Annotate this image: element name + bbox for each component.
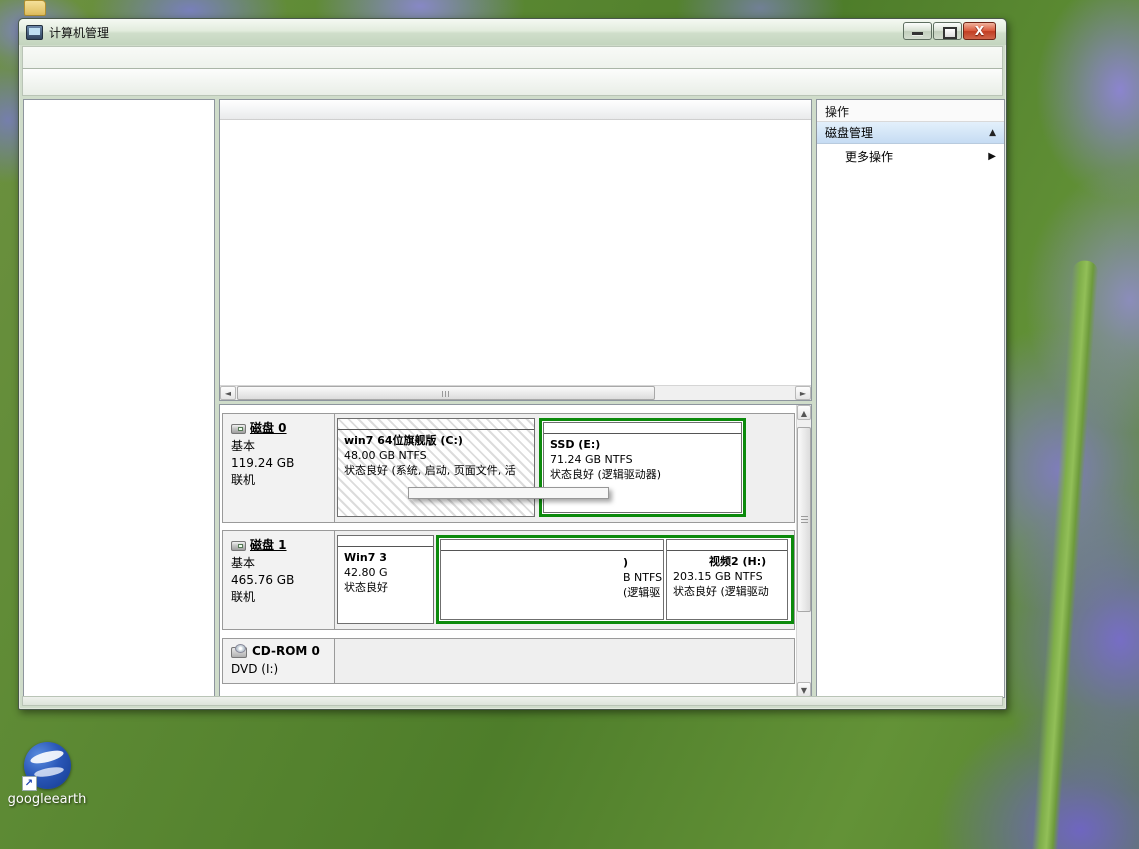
- disk-0-status: 联机: [231, 472, 328, 489]
- minimize-button[interactable]: [903, 22, 932, 40]
- graphical-view-pane: 磁盘 0 基本 119.24 GB 联机 win7 64位旗舰版 (C:) 48…: [219, 404, 812, 698]
- actions-section-label: 磁盘管理: [825, 124, 873, 141]
- cdrom-0-drive-letter: DVD (I:): [231, 661, 328, 678]
- titlebar[interactable]: 计算机管理: [19, 19, 1006, 45]
- partition-h[interactable]: 视频2 (H:) 203.15 GB NTFS 状态良好 (逻辑驱动: [666, 539, 788, 620]
- more-actions-label: 更多操作: [845, 148, 893, 165]
- logical-drive-bar: [544, 423, 741, 434]
- disk-0-type: 基本: [231, 438, 328, 455]
- disk-0-label[interactable]: 磁盘 0 基本 119.24 GB 联机: [223, 414, 335, 522]
- actions-pane: 操作 磁盘管理 ▲ 更多操作 ▶: [816, 99, 1005, 698]
- partition-d[interactable]: Win7 3 42.80 G 状态良好: [337, 535, 434, 624]
- tree-splitter[interactable]: [215, 99, 219, 698]
- extended-partition-e: SSD (E:) 71.24 GB NTFS 状态良好 (逻辑驱动器): [539, 418, 746, 517]
- collapse-icon[interactable]: ▲: [989, 128, 996, 138]
- volume-list-pane: ◄ ►: [219, 99, 812, 401]
- logical-drive-bar: [667, 540, 787, 551]
- scroll-up-arrow[interactable]: ▲: [797, 405, 811, 420]
- desktop-folder-icon-fragment: [24, 0, 46, 16]
- status-bar: [22, 696, 1003, 706]
- more-actions-item[interactable]: 更多操作 ▶: [817, 144, 1004, 168]
- desktop: ↗ googleearth 计算机管理: [0, 0, 1139, 849]
- cdrom-media-area: [335, 639, 794, 683]
- disk-icon: [231, 541, 246, 551]
- primary-partition-bar: [338, 419, 534, 430]
- disk-1-size: 465.76 GB: [231, 572, 328, 589]
- disk-1-type: 基本: [231, 555, 328, 572]
- disk-1-row: 磁盘 1 基本 465.76 GB 联机 Win7 3 42.80 G: [222, 530, 795, 630]
- disk-0-name: 磁盘 0: [250, 420, 287, 437]
- shortcut-arrow-icon: ↗: [22, 776, 37, 791]
- close-button[interactable]: [963, 22, 996, 40]
- restore-button[interactable]: [933, 22, 962, 40]
- disk-management-pane: ◄ ► 磁盘 0 基本 119.24 GB 联机: [219, 99, 812, 698]
- disk-1-label[interactable]: 磁盘 1 基本 465.76 GB 联机: [223, 531, 335, 629]
- googleearth-shortcut[interactable]: ↗ googleearth: [4, 742, 90, 807]
- cdrom-0-label[interactable]: CD-ROM 0 DVD (I:): [223, 639, 335, 683]
- scroll-thumb[interactable]: [237, 386, 655, 400]
- scroll-down-arrow[interactable]: ▼: [797, 682, 811, 697]
- actions-title: 操作: [817, 100, 1004, 122]
- actions-section-disk-management[interactable]: 磁盘管理 ▲: [817, 122, 1004, 144]
- volume-list-header: [220, 100, 811, 120]
- window-title: 计算机管理: [49, 24, 109, 41]
- disk-1-status: 联机: [231, 589, 328, 606]
- disk-0-row: 磁盘 0 基本 119.24 GB 联机 win7 64位旗舰版 (C:) 48…: [222, 413, 795, 523]
- submenu-arrow-icon: ▶: [988, 151, 996, 162]
- console-tree-pane: [23, 99, 215, 698]
- primary-partition-bar: [338, 536, 433, 547]
- computer-management-app-icon: [26, 25, 43, 40]
- computer-management-window: 计算机管理 ◄ ►: [18, 18, 1007, 710]
- scroll-thumb[interactable]: [797, 427, 811, 612]
- disk-0-size: 119.24 GB: [231, 455, 328, 472]
- partition-c[interactable]: win7 64位旗舰版 (C:) 48.00 GB NTFS 状态良好 (系统,…: [337, 418, 535, 517]
- horizontal-scrollbar[interactable]: ◄ ►: [220, 385, 811, 400]
- partition-f[interactable]: ) B NTFS (逻辑驱: [440, 539, 664, 620]
- disk-icon: [231, 424, 246, 434]
- cdrom-icon: [231, 647, 247, 658]
- googleearth-globe-icon: ↗: [24, 742, 71, 789]
- menu-bar: [22, 46, 1003, 69]
- toolbar: [22, 69, 1003, 96]
- scroll-right-arrow[interactable]: ►: [795, 386, 811, 400]
- cdrom-0-row: CD-ROM 0 DVD (I:): [222, 638, 795, 684]
- disk-1-name: 磁盘 1: [250, 537, 287, 554]
- partition-e[interactable]: SSD (E:) 71.24 GB NTFS 状态良好 (逻辑驱动器): [543, 422, 742, 513]
- extended-partition-fh: ) B NTFS (逻辑驱 视频2 (H:) 203.15: [436, 535, 794, 624]
- googleearth-label: googleearth: [4, 792, 90, 807]
- cdrom-0-name: CD-ROM 0: [252, 643, 320, 660]
- vertical-scrollbar[interactable]: ▲ ▼: [796, 405, 811, 697]
- logical-drive-bar: [441, 540, 663, 551]
- flower-stem: [1031, 260, 1099, 849]
- volume-context-menu: [408, 487, 609, 499]
- window-content: ◄ ► 磁盘 0 基本 119.24 GB 联机: [22, 99, 1005, 698]
- scroll-left-arrow[interactable]: ◄: [220, 386, 236, 400]
